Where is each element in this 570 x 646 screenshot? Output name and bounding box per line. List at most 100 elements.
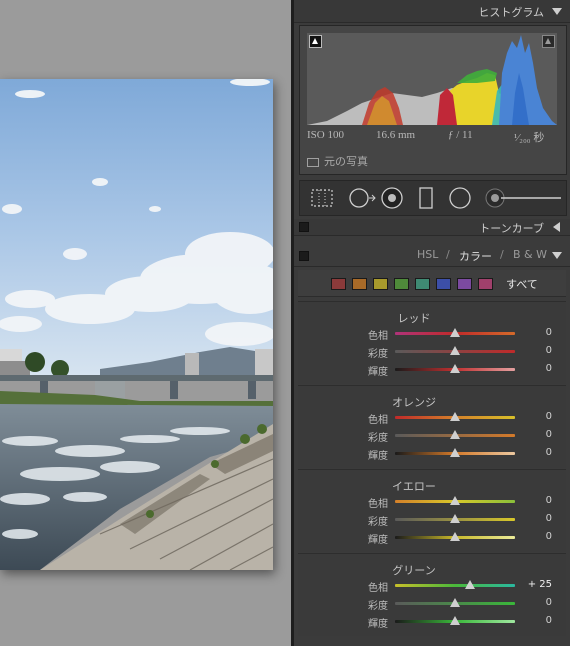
color-group-title: レッド bbox=[397, 312, 431, 325]
slider-row: 色相 0 bbox=[298, 326, 566, 342]
slider-value[interactable]: 0 bbox=[522, 447, 552, 458]
slider-value[interactable]: 0 bbox=[522, 597, 552, 608]
color-swatch-bar: すべて bbox=[298, 270, 566, 297]
collapse-arrow-icon[interactable] bbox=[552, 8, 562, 15]
slider-row: 輝度 0 bbox=[298, 446, 566, 462]
swatch-purple[interactable] bbox=[457, 278, 472, 290]
color-group-title: グリーン bbox=[392, 564, 436, 577]
slider-thumb[interactable] bbox=[450, 412, 460, 421]
histogram-panel: ISO 100 16.6 mm ƒ / 11 ¹⁄₂₀₀ 秒 元の写真 bbox=[299, 25, 567, 175]
histogram-title: ヒストグラム bbox=[478, 6, 544, 19]
color-group: イエロー 色相 0 彩度 0 輝度 0 bbox=[298, 469, 566, 552]
river-photo bbox=[0, 79, 273, 570]
slider-label: 彩度 bbox=[368, 349, 388, 360]
slider-thumb[interactable] bbox=[450, 448, 460, 457]
swatch-orange[interactable] bbox=[352, 278, 367, 290]
slider-value[interactable]: 0 bbox=[522, 615, 552, 626]
slider-thumb[interactable] bbox=[450, 430, 460, 439]
slider-value[interactable]: 0 bbox=[522, 411, 552, 422]
image-canvas bbox=[0, 0, 291, 646]
tab-hsl[interactable]: HSL bbox=[417, 248, 438, 261]
tone-curve-enable-toggle[interactable] bbox=[299, 222, 309, 232]
swatch-yellow[interactable] bbox=[373, 278, 388, 290]
crop-tool-icon[interactable] bbox=[310, 188, 334, 212]
graduated-filter-icon[interactable] bbox=[418, 186, 434, 214]
slider-thumb[interactable] bbox=[450, 496, 460, 505]
iso-value: ISO 100 bbox=[307, 129, 344, 141]
color-group: オレンジ 色相 0 彩度 0 輝度 0 bbox=[298, 385, 566, 468]
slider-track[interactable] bbox=[395, 584, 515, 587]
slider-value[interactable]: 0 bbox=[522, 495, 552, 506]
tab-separator: / bbox=[446, 248, 450, 261]
color-group: グリーン 色相 + 25 彩度 0 輝度 0 bbox=[298, 553, 566, 636]
slider-thumb[interactable] bbox=[450, 514, 460, 523]
slider-row: 色相 + 25 bbox=[298, 578, 566, 594]
slider-row: 色相 0 bbox=[298, 494, 566, 510]
slider-row: 彩度 0 bbox=[298, 344, 566, 360]
slider-label: 輝度 bbox=[368, 619, 388, 630]
spot-removal-icon[interactable] bbox=[348, 186, 378, 214]
histogram-curve bbox=[307, 35, 557, 125]
red-eye-icon[interactable] bbox=[380, 186, 404, 214]
photo-preview[interactable] bbox=[0, 79, 273, 570]
slider-value[interactable]: 0 bbox=[522, 531, 552, 542]
tone-curve-title: トーンカーブ bbox=[479, 222, 544, 235]
swatch-magenta[interactable] bbox=[478, 278, 493, 290]
radial-filter-icon[interactable] bbox=[448, 186, 472, 214]
slider-value[interactable]: 0 bbox=[522, 429, 552, 440]
swatch-aqua[interactable] bbox=[415, 278, 430, 290]
tab-separator: / bbox=[500, 248, 504, 261]
slider-thumb[interactable] bbox=[450, 346, 460, 355]
collapse-arrow-icon[interactable] bbox=[552, 252, 562, 259]
all-colors-button[interactable]: すべて bbox=[506, 276, 538, 292]
tool-strip bbox=[299, 180, 567, 216]
slider-label: 色相 bbox=[368, 499, 388, 510]
color-group-title: オレンジ bbox=[392, 396, 436, 409]
swatch-blue[interactable] bbox=[436, 278, 451, 290]
shutter-speed: ¹⁄₂₀₀ 秒 bbox=[514, 132, 545, 144]
slider-label: 彩度 bbox=[368, 433, 388, 444]
slider-thumb[interactable] bbox=[465, 580, 475, 589]
tab-color[interactable]: カラー bbox=[459, 248, 492, 264]
original-photo-label: 元の写真 bbox=[324, 155, 368, 168]
slider-value[interactable]: + 25 bbox=[522, 579, 552, 590]
swatch-red[interactable] bbox=[331, 278, 346, 290]
color-group: レッド 色相 0 彩度 0 輝度 0 bbox=[298, 301, 566, 384]
slider-label: 色相 bbox=[368, 415, 388, 426]
histogram-graph[interactable] bbox=[307, 33, 557, 125]
slider-label: 色相 bbox=[368, 583, 388, 594]
slider-label: 輝度 bbox=[368, 535, 388, 546]
tab-bw[interactable]: B & W bbox=[513, 248, 547, 261]
slider-row: 色相 0 bbox=[298, 410, 566, 426]
slider-thumb[interactable] bbox=[450, 328, 460, 337]
expand-arrow-icon[interactable] bbox=[553, 222, 560, 232]
slider-value[interactable]: 0 bbox=[522, 363, 552, 374]
slider-thumb[interactable] bbox=[450, 364, 460, 373]
slider-thumb[interactable] bbox=[450, 616, 460, 625]
original-photo-toggle[interactable]: 元の写真 bbox=[307, 153, 368, 169]
slider-label: 色相 bbox=[368, 331, 388, 342]
swatch-green[interactable] bbox=[394, 278, 409, 290]
slider-label: 輝度 bbox=[368, 367, 388, 378]
color-group-title: イエロー bbox=[392, 480, 436, 493]
develop-panel: ヒストグラム ISO 100 16.6 mm ƒ / 11 ¹⁄₂₀₀ 秒 元の… bbox=[294, 0, 570, 646]
slider-label: 彩度 bbox=[368, 517, 388, 528]
tone-curve-header[interactable]: トーンカーブ bbox=[294, 219, 570, 236]
aperture-value: ƒ / 11 bbox=[448, 129, 473, 141]
slider-value[interactable]: 0 bbox=[522, 345, 552, 356]
hsl-header[interactable]: HSL / カラー / B & W bbox=[294, 244, 570, 267]
hsl-enable-toggle[interactable] bbox=[299, 251, 309, 261]
slider-thumb[interactable] bbox=[450, 532, 460, 541]
shadow-clipping-button[interactable] bbox=[309, 35, 322, 48]
slider-thumb[interactable] bbox=[450, 598, 460, 607]
highlight-clipping-button[interactable] bbox=[542, 35, 555, 48]
adjustment-brush-icon[interactable] bbox=[483, 186, 563, 214]
slider-row: 輝度 0 bbox=[298, 362, 566, 378]
slider-value[interactable]: 0 bbox=[522, 327, 552, 338]
slider-row: 輝度 0 bbox=[298, 530, 566, 546]
exif-info: ISO 100 16.6 mm ƒ / 11 ¹⁄₂₀₀ 秒 bbox=[300, 129, 566, 145]
original-photo-checkbox[interactable] bbox=[307, 157, 319, 167]
histogram-header[interactable]: ヒストグラム bbox=[294, 0, 570, 23]
slider-value[interactable]: 0 bbox=[522, 513, 552, 524]
focal-length: 16.6 mm bbox=[376, 129, 416, 141]
